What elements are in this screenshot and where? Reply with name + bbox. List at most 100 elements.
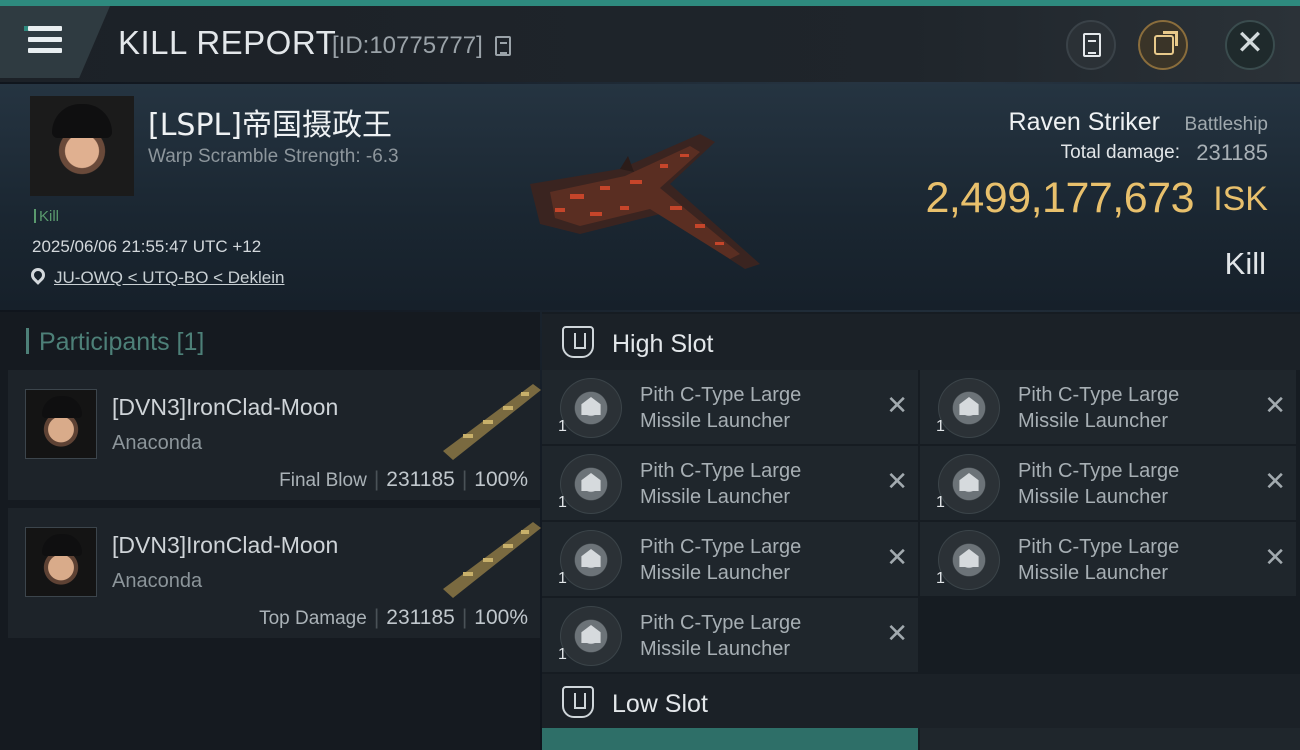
kill-tag: Kill (34, 208, 59, 225)
participant-name: [DVN3]IronClad-Moon (112, 394, 339, 420)
missile-launcher-icon (560, 530, 622, 590)
high-slot-title: High Slot (612, 330, 714, 358)
missile-launcher-icon (560, 378, 622, 438)
close-icon: ✕ (1235, 24, 1265, 62)
module-item[interactable]: 1 Pith C-Type Large Missile Launcher ✕ (920, 370, 1296, 444)
module-item[interactable]: 1 Pith C-Type Large Missile Launcher ✕ (542, 598, 918, 672)
module-name-line: Missile Launcher (640, 562, 791, 584)
participant-stats: Top Damage | 231185 | 100% (259, 606, 528, 630)
ship-image (530, 134, 760, 269)
share-button[interactable] (1138, 20, 1188, 70)
isk-unit: ISK (1213, 180, 1268, 218)
copy-icon[interactable] (495, 36, 511, 56)
participant-role: Top Damage (259, 608, 367, 629)
module-name-line: Pith C-Type Large (1018, 460, 1180, 482)
slot-icon (562, 686, 594, 718)
low-slot-module-peek[interactable] (920, 728, 1300, 750)
kill-location-link[interactable]: JU-OWQ < UTQ-BO < Deklein (54, 268, 284, 288)
victim-name[interactable]: [LSPL]帝国摄政王 (148, 100, 392, 144)
participant-card[interactable]: [DVN3]IronClad-Moon Anaconda Final Blow |… (8, 370, 541, 500)
module-name: Pith C-Type Large Missile Launcher (640, 458, 870, 510)
module-name-line: Pith C-Type Large (640, 612, 802, 634)
stat-separator: | (461, 606, 468, 629)
low-slot-header: Low Slot (542, 674, 1300, 730)
module-item[interactable]: 1 Pith C-Type Large Missile Launcher ✕ (542, 370, 918, 444)
destroyed-x-icon: ✕ (886, 618, 908, 648)
module-name: Pith C-Type Large Missile Launcher (1018, 382, 1248, 434)
participant-avatar (25, 527, 97, 597)
module-name-line: Missile Launcher (1018, 486, 1169, 508)
destroyed-x-icon: ✕ (886, 542, 908, 572)
report-id: [ID:10775777] (332, 32, 483, 59)
total-damage-label: Total damage: (1060, 142, 1180, 163)
missile-launcher-icon (560, 606, 622, 666)
destroyed-x-icon: ✕ (1264, 542, 1286, 572)
module-name-line: Pith C-Type Large (640, 384, 802, 406)
kill-result: Kill (1224, 246, 1266, 281)
fittings-panel: High Slot 1 Pith C-Type Large Missile Lau… (542, 312, 1300, 750)
module-name-line: Missile Launcher (1018, 410, 1169, 432)
module-name-line: Pith C-Type Large (1018, 384, 1180, 406)
portrait-hat (42, 534, 82, 556)
module-quantity: 1 (558, 494, 567, 511)
participants-panel: Participants [1] [DVN3]IronClad-Moon Ana… (0, 312, 541, 750)
weapon-image (443, 384, 541, 460)
missile-launcher-icon (938, 378, 1000, 438)
stat-separator: | (373, 606, 380, 629)
module-name-line: Missile Launcher (1018, 562, 1169, 584)
total-damage-value: 231185 (1196, 140, 1268, 165)
isk-value: 2,499,177,673 (925, 174, 1195, 222)
module-item[interactable]: 1 Pith C-Type Large Missile Launcher ✕ (920, 522, 1296, 596)
module-name-line: Pith C-Type Large (1018, 536, 1180, 558)
module-quantity: 1 (936, 494, 945, 511)
module-name: Pith C-Type Large Missile Launcher (640, 534, 870, 586)
participant-percent: 100% (474, 606, 528, 629)
document-icon (1083, 33, 1101, 57)
module-name: Pith C-Type Large Missile Launcher (1018, 534, 1248, 586)
participant-percent: 100% (474, 468, 528, 491)
participant-damage: 231185 (386, 606, 455, 629)
location-pin-icon (28, 265, 48, 285)
document-button[interactable] (1066, 20, 1116, 70)
stat-separator: | (461, 468, 468, 491)
page-title: KILL REPORT (118, 24, 337, 61)
victim-avatar[interactable] (30, 96, 134, 196)
ship-class: Battleship (1184, 114, 1268, 135)
victim-panel: [LSPL]帝国摄政王 Warp Scramble Strength: -6.3… (0, 84, 1300, 310)
module-name-line: Missile Launcher (640, 638, 791, 660)
hamburger-icon (28, 26, 62, 31)
module-name-line: Pith C-Type Large (640, 536, 802, 558)
module-quantity: 1 (936, 418, 945, 435)
destroyed-x-icon: ✕ (1264, 390, 1286, 420)
participants-heading[interactable]: Participants [1] (26, 328, 204, 357)
module-name: Pith C-Type Large Missile Launcher (1018, 458, 1248, 510)
weapon-image (443, 522, 541, 598)
close-button[interactable]: ✕ (1225, 20, 1275, 70)
share-icon (1154, 31, 1178, 55)
module-quantity: 1 (558, 646, 567, 663)
module-item[interactable]: 1 Pith C-Type Large Missile Launcher ✕ (542, 522, 918, 596)
participant-damage: 231185 (386, 468, 455, 491)
missile-launcher-icon (560, 454, 622, 514)
module-item[interactable]: 1 Pith C-Type Large Missile Launcher ✕ (920, 446, 1296, 520)
slot-icon (562, 326, 594, 358)
warp-scramble-strength: Warp Scramble Strength: -6.3 (148, 146, 399, 167)
hamburger-icon-line (28, 48, 62, 53)
portrait-hat (52, 104, 112, 138)
low-slot-module-peek[interactable] (542, 728, 918, 750)
module-name-line: Missile Launcher (640, 486, 791, 508)
module-name: Pith C-Type Large Missile Launcher (640, 610, 870, 662)
participant-card[interactable]: [DVN3]IronClad-Moon Anaconda Top Damage |… (8, 508, 541, 638)
missile-launcher-icon (938, 454, 1000, 514)
ship-name[interactable]: Raven Striker (1009, 108, 1160, 137)
portrait-hat (42, 396, 82, 418)
module-quantity: 1 (558, 570, 567, 587)
high-slot-header: High Slot (542, 314, 1300, 370)
module-item[interactable]: 1 Pith C-Type Large Missile Launcher ✕ (542, 446, 918, 520)
hamburger-icon-line (28, 37, 62, 42)
missile-launcher-icon (938, 530, 1000, 590)
participant-name: [DVN3]IronClad-Moon (112, 532, 339, 558)
participant-ship: Anaconda (112, 570, 203, 592)
module-name-line: Pith C-Type Large (640, 460, 802, 482)
destroyed-x-icon: ✕ (886, 466, 908, 496)
